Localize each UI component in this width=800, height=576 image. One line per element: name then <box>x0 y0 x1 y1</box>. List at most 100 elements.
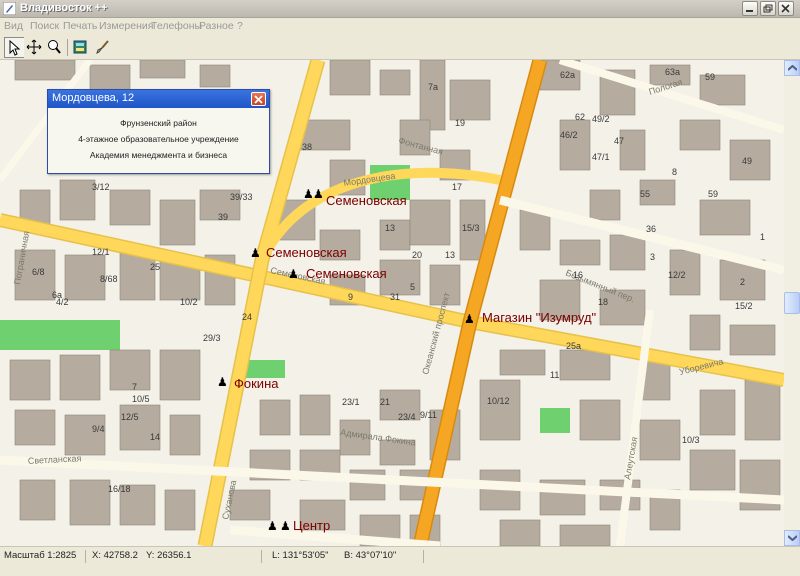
minimize-button[interactable] <box>742 1 758 16</box>
svg-text:11: 11 <box>550 370 559 380</box>
svg-text:2: 2 <box>740 277 745 287</box>
menu-search[interactable]: Поиск <box>30 20 59 32</box>
title-bar[interactable]: Владивосток ++ <box>0 0 800 18</box>
svg-text:10/3: 10/3 <box>682 435 700 445</box>
svg-text:38: 38 <box>302 142 312 152</box>
status-scale: Масштаб 1:2825 <box>4 550 86 563</box>
maximize-button[interactable] <box>760 1 776 16</box>
pan-move-icon <box>26 39 42 55</box>
vertical-scrollbar[interactable] <box>784 60 800 546</box>
brush-tool-button[interactable] <box>93 37 114 58</box>
svg-text:36: 36 <box>646 224 656 234</box>
svg-text:13: 13 <box>445 250 455 260</box>
arrow-select-icon <box>9 40 21 56</box>
stop-marker-izumrud[interactable]: ♟ Магазин "Изумруд" <box>464 310 597 326</box>
popup-title: Мордовцева, 12 <box>52 92 135 104</box>
stop-label: Магазин "Изумруд" <box>482 310 597 325</box>
svg-text:62: 62 <box>575 112 585 122</box>
svg-text:47: 47 <box>614 136 624 146</box>
svg-text:49/2: 49/2 <box>592 114 610 124</box>
svg-text:31: 31 <box>390 292 400 302</box>
svg-text:7: 7 <box>132 382 137 392</box>
zoom-magnifier-icon <box>48 40 61 54</box>
svg-text:15/3: 15/3 <box>462 223 480 233</box>
svg-text:9/4: 9/4 <box>92 424 105 434</box>
stop-marker-fokina[interactable]: ♟ Фокина <box>217 375 279 391</box>
chevron-down-icon <box>788 535 797 541</box>
svg-text:23/4: 23/4 <box>398 412 416 422</box>
svg-text:21: 21 <box>380 397 390 407</box>
menu-measurements[interactable]: Измерения <box>99 20 153 32</box>
menu-print[interactable]: Печать <box>63 20 97 32</box>
svg-text:16/18: 16/18 <box>108 484 131 494</box>
stop-label: Семеновская <box>306 266 387 281</box>
svg-text:13: 13 <box>385 223 395 233</box>
svg-text:47/1: 47/1 <box>592 152 610 162</box>
layers-tool-button[interactable] <box>70 37 91 58</box>
svg-text:25а: 25а <box>566 341 581 351</box>
person-icon: ♟ <box>288 267 299 281</box>
map-layer-icon <box>73 40 87 54</box>
svg-text:59: 59 <box>708 189 718 199</box>
svg-text:15/2: 15/2 <box>735 301 753 311</box>
scroll-up-button[interactable] <box>784 60 800 76</box>
street-label: Алеутская <box>622 436 639 480</box>
stop-label: Центр <box>293 518 330 533</box>
brush-icon <box>96 40 109 54</box>
svg-text:63а: 63а <box>665 67 680 77</box>
svg-text:17: 17 <box>452 182 462 192</box>
scroll-thumb[interactable] <box>784 292 800 314</box>
window-title: Владивосток ++ <box>20 2 108 14</box>
status-latitude: B: 43°07'10" <box>344 550 424 563</box>
svg-text:62а: 62а <box>560 70 575 80</box>
scroll-down-button[interactable] <box>784 530 800 546</box>
svg-text:46/2: 46/2 <box>560 130 578 140</box>
close-button[interactable] <box>778 1 794 16</box>
svg-text:5: 5 <box>410 282 415 292</box>
toolbar <box>0 35 800 60</box>
svg-text:19: 19 <box>455 118 465 128</box>
menu-phones[interactable]: Телефоны <box>151 20 202 32</box>
svg-text:39: 39 <box>218 212 228 222</box>
svg-text:14: 14 <box>150 432 160 442</box>
svg-text:49: 49 <box>742 156 752 166</box>
park-area <box>0 320 120 350</box>
stop-marker-center[interactable]: ♟ ♟ Центр <box>267 518 330 533</box>
svg-text:3/12: 3/12 <box>92 182 110 192</box>
stop-label: Семеновская <box>326 193 407 208</box>
popup-close-button[interactable] <box>251 92 266 106</box>
svg-text:20: 20 <box>412 250 422 260</box>
close-icon <box>781 4 790 13</box>
svg-text:1: 1 <box>760 232 765 242</box>
person-icon: ♟ <box>280 519 291 533</box>
minimize-icon <box>746 10 753 12</box>
restore-icon <box>763 4 773 13</box>
close-icon <box>254 95 263 104</box>
toolbar-separator <box>67 39 68 56</box>
menu-view[interactable]: Вид <box>4 20 23 32</box>
chevron-up-icon <box>788 65 797 71</box>
person-icon: ♟ <box>464 312 475 326</box>
zoom-tool-button[interactable] <box>44 37 65 58</box>
popup-organization: Академия менеджмента и бизнеса <box>89 150 228 160</box>
menu-misc[interactable]: Разное <box>199 20 234 32</box>
svg-text:10/12: 10/12 <box>487 396 510 406</box>
pan-tool-button[interactable] <box>24 37 45 58</box>
select-tool-button[interactable] <box>4 37 25 58</box>
svg-text:29/3: 29/3 <box>203 333 221 343</box>
person-icon: ♟ <box>217 375 228 389</box>
park-area <box>540 408 570 433</box>
stop-label: Семеновская <box>266 245 347 260</box>
svg-text:16: 16 <box>573 270 583 280</box>
status-x: X: 42758.2 <box>92 550 138 561</box>
svg-text:24: 24 <box>242 312 252 322</box>
person-icon: ♟ <box>267 519 278 533</box>
svg-text:25: 25 <box>150 262 160 272</box>
menu-help[interactable]: ? <box>237 20 243 32</box>
svg-text:3: 3 <box>650 252 655 262</box>
info-popup: Мордовцева, 12 Фрунзенский район 4-этажн… <box>47 89 270 174</box>
popup-building-type: 4-этажное образовательное учреждение <box>78 134 239 144</box>
svg-text:59: 59 <box>705 72 715 82</box>
svg-text:10/5: 10/5 <box>132 394 150 404</box>
menu-bar: Вид Поиск Печать Измерения Телефоны Разн… <box>0 18 800 35</box>
